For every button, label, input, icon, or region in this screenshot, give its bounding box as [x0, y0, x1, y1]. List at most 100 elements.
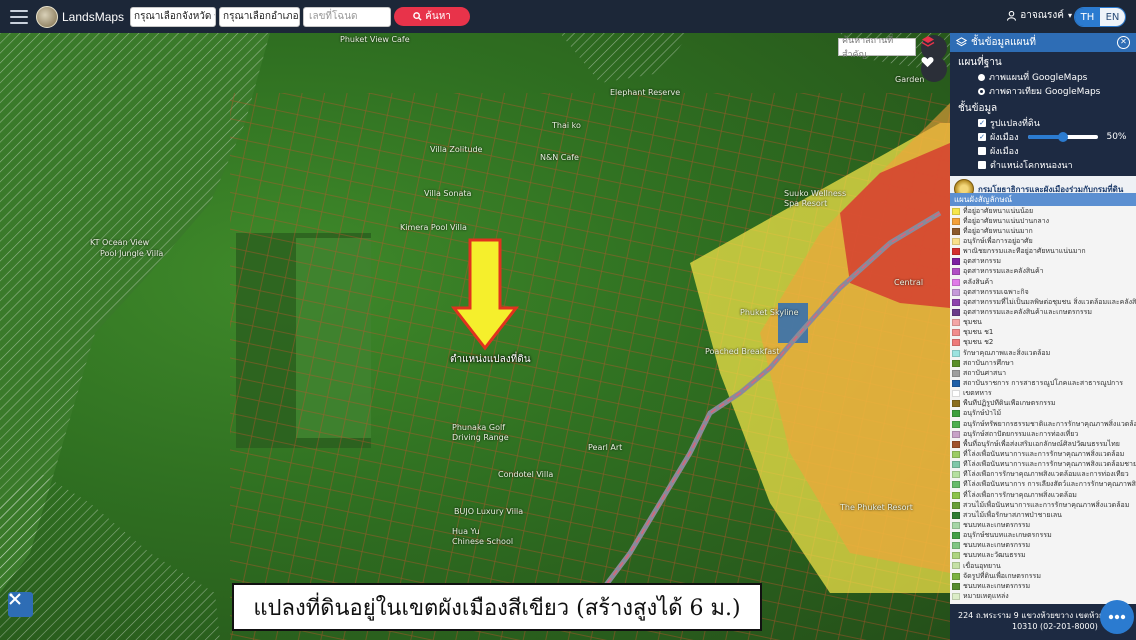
legend-label: อนุรักษ์ทรัพยากรธรรมชาติและการรักษาคุณภา…: [963, 419, 1136, 428]
legend-item: เขตทหาร: [950, 389, 1136, 399]
layers-heading: ชั้นข้อมูล: [958, 103, 998, 114]
legend-label: อุตสาหกรรมเฉพาะกิจ: [963, 287, 1029, 296]
legend-label: สวนไม้เพื่อรักษาสภาพป่าชายเลน: [963, 510, 1062, 519]
legend-swatch: [952, 552, 960, 560]
lang-en-button[interactable]: EN: [1100, 8, 1125, 26]
place-label: N&N Cafe: [540, 153, 579, 162]
legend-swatch: [952, 481, 960, 489]
legend-swatch: [952, 400, 960, 408]
legend-title: แผนผังสัญลักษณ์: [950, 193, 1136, 206]
legend-swatch: [952, 491, 960, 499]
place-label: BUJO Luxury Villa: [454, 507, 524, 516]
legend-item: อนุรักษ์ทรัพยากรธรรมชาติและการรักษาคุณภา…: [950, 419, 1136, 429]
legend-swatch: [952, 359, 960, 367]
legend-label: ชุมชน: [963, 318, 982, 327]
user-icon: [1007, 10, 1017, 21]
legend-item: พื้นที่อนุรักษ์เพื่อส่งเสริมเอกลักษณ์ศิล…: [950, 439, 1136, 449]
basemap-option-roadmap[interactable]: ภาพแผนที่ GoogleMaps: [950, 70, 1136, 84]
legend-item: ที่โล่งเพื่อนันทนาการและการรักษาคุณภาพสิ…: [950, 460, 1136, 470]
legend-label: อุตสาหกรรม: [963, 257, 1001, 266]
legend-swatch: [952, 268, 960, 276]
opacity-slider[interactable]: [1028, 132, 1099, 142]
legend-label: เขื่อนอุทยาน: [963, 561, 1001, 570]
landsmaps-logo: [36, 5, 58, 28]
legend-label: เขตทหาร: [963, 389, 992, 398]
legend-swatch: [952, 369, 960, 377]
legend-label: สถาบันราชการ การสาธารณูปโภคและสาธารณูปกา…: [963, 378, 1123, 387]
legend-swatch: [952, 410, 960, 418]
legend-item: อนุรักษ์ชนบทและเกษตรกรรม: [950, 531, 1136, 541]
layer-khok-nong-na[interactable]: ตำแหน่งโคกหนองนา: [950, 158, 1136, 172]
map-canvas[interactable]: Phuket View Cafe Elephant Reserve Thai k…: [0, 33, 950, 640]
layer-zoning-2[interactable]: ผังเมือง: [950, 144, 1136, 158]
province-select[interactable]: กรุณาเลือกจังหวัด▾: [130, 6, 217, 27]
parcel-number-input[interactable]: เลขที่โฉนด: [303, 6, 392, 27]
legend-label: สถาบันการศึกษา: [963, 358, 1014, 367]
search-button[interactable]: ค้นหา: [394, 7, 471, 26]
legend-label: อุตสาหกรรมและคลังสินค้า: [963, 267, 1044, 276]
legend-swatch: [952, 461, 960, 469]
chat-button[interactable]: [1100, 600, 1134, 634]
legend-label: ที่โล่งเพื่อนันทนาการและการรักษาคุณภาพสิ…: [963, 460, 1136, 469]
layer-parcels[interactable]: ✓ รูปแปลงที่ดิน: [950, 116, 1136, 130]
layer-zoning[interactable]: ✓ ผังเมือง 50%: [950, 130, 1136, 144]
legend-swatch: [952, 471, 960, 479]
place-label: Phuket Skyline: [740, 308, 799, 317]
heart-icon: [921, 57, 934, 68]
checkbox[interactable]: ✓: [978, 133, 986, 141]
place-label: Suuko Wellness: [784, 189, 847, 198]
tools-button[interactable]: [8, 592, 33, 617]
basemap-option-satellite[interactable]: ภาพดาวเทียม GoogleMaps: [950, 84, 1136, 98]
legend-label: สวนไม้เพื่อนันทนาการและการรักษาคุณภาพสิ่…: [963, 500, 1130, 509]
legend-item: ชนบทและวัฒนธรรม: [950, 551, 1136, 561]
legend-item: สถาบันศาสนา: [950, 368, 1136, 378]
place-label: Driving Range: [452, 433, 509, 442]
place-label: Pool Jungle Villa: [100, 249, 164, 258]
place-search-input[interactable]: ค้นหาสถานที่สำคัญ: [838, 36, 916, 60]
legend-label: อนุรักษ์สถาปัตยกรรมและการท่องเที่ยว: [963, 429, 1079, 438]
legend-label: ชนบทและเกษตรกรรม: [963, 520, 1031, 529]
favorite-button[interactable]: [921, 56, 947, 82]
legend-item: ชนบทและเกษตรกรรม: [950, 581, 1136, 591]
legend-item: ชุมชน ช2: [950, 338, 1136, 348]
radio-button[interactable]: [978, 73, 985, 81]
legend-label: ชนบทและเกษตรกรรม: [963, 541, 1031, 550]
place-label: Hua Yu: [452, 527, 480, 536]
legend-label: ชุมชน ช2: [963, 338, 994, 347]
district-select[interactable]: กรุณาเลือกอำเภอ▾: [219, 6, 301, 27]
legend-item: ที่อยู่อาศัยหนาแน่นน้อย: [950, 206, 1136, 216]
place-label: Poached Breakfast: [705, 347, 780, 356]
checkbox[interactable]: [978, 147, 986, 155]
place-label: Spa Resort: [784, 199, 828, 208]
legend-label: ที่โล่งเพื่อนันทนาการ การเลี้ยงสัตว์และก…: [963, 480, 1136, 489]
chevron-down-icon: ▾: [214, 12, 215, 22]
legend-swatch: [952, 430, 960, 438]
checkbox[interactable]: [978, 161, 986, 169]
place-label: Pearl Art: [588, 443, 623, 452]
legend-label: พาณิชยกรรมและที่อยู่อาศัยหนาแน่นมาก: [963, 247, 1086, 256]
legend-swatch: [952, 379, 960, 387]
legend-item: จัดรูปที่ดินเพื่อเกษตรกรรม: [950, 571, 1136, 581]
legend-swatch: [952, 227, 960, 235]
checkbox[interactable]: ✓: [978, 119, 986, 127]
hamburger-icon[interactable]: [10, 9, 28, 24]
radio-button[interactable]: [978, 87, 985, 95]
legend-swatch: [952, 542, 960, 550]
user-menu[interactable]: อาจณรงค์ ▾: [1007, 8, 1072, 23]
legend-label: สถาบันศาสนา: [963, 368, 1007, 377]
close-icon[interactable]: ✕: [1117, 36, 1130, 49]
legend-item: สถาบันราชการ การสาธารณูปโภคและสาธารณูปกา…: [950, 378, 1136, 388]
legend-swatch: [952, 207, 960, 215]
legend-swatch: [952, 298, 960, 306]
legend-swatch: [952, 319, 960, 327]
legend-swatch: [952, 450, 960, 458]
legend-swatch: [952, 562, 960, 570]
lang-th-button[interactable]: TH: [1075, 8, 1100, 26]
legend-item: รักษาคุณภาพและสิ่งแวดล้อม: [950, 348, 1136, 358]
legend-item: อุตสาหกรรมและคลังสินค้า: [950, 267, 1136, 277]
legend-label: อุตสาหกรรมและคลังสินค้าและเกษตรกรรม: [963, 307, 1093, 316]
zoning-legend: แผนผังสัญลักษณ์ ที่อยู่อาศัยหนาแน่นน้อยท…: [950, 193, 1136, 640]
legend-swatch: [952, 532, 960, 540]
legend-label: ที่โล่งเพื่อนันทนาการและการรักษาคุณภาพสิ…: [963, 449, 1125, 458]
opacity-knob[interactable]: [1058, 132, 1069, 142]
